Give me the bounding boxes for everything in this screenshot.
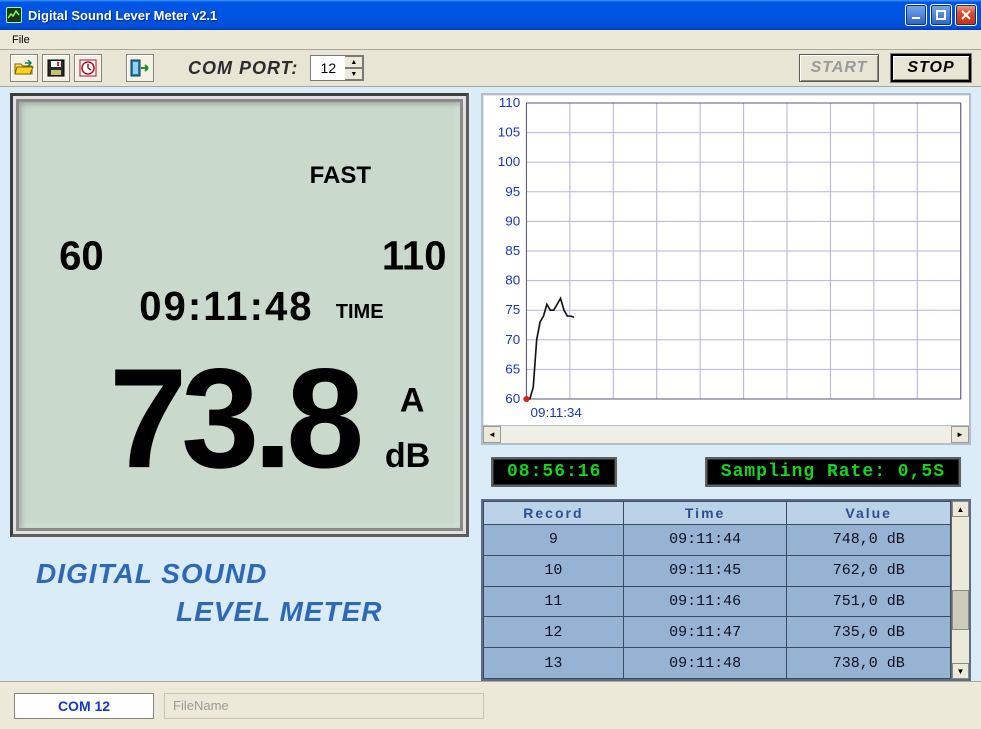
cell-record: 11 [484,586,624,617]
app-window: Digital Sound Lever Meter v2.1 File [0,0,981,729]
table-row[interactable]: 1209:11:47735,0 dB [484,617,951,648]
table-row[interactable]: 1009:11:45762,0 dB [484,555,951,586]
svg-text:105: 105 [498,125,520,140]
cell-time: 09:11:45 [623,555,787,586]
product-label: DIGITAL SOUND LEVEL METER [10,537,469,631]
cell-value: 751,0 dB [787,586,951,617]
lcd-display: 60 110 FAST 09:11:48 TIME 73.8 A dB [19,102,460,528]
svg-text:85: 85 [505,243,520,258]
svg-text:65: 65 [505,362,520,377]
exit-button[interactable] [126,54,154,82]
lcd-frame: 60 110 FAST 09:11:48 TIME 73.8 A dB [10,93,469,537]
com-port-label: COM PORT: [188,58,298,79]
cell-value: 735,0 dB [787,617,951,648]
svg-text:110: 110 [499,95,520,110]
table-v-scrollbar[interactable]: ▲ ▼ [951,501,969,679]
svg-text:09:11:34: 09:11:34 [531,405,582,420]
cell-time: 09:11:47 [623,617,787,648]
svg-text:70: 70 [505,332,520,347]
left-panel: 60 110 FAST 09:11:48 TIME 73.8 A dB [0,87,475,729]
svg-text:60: 60 [505,391,520,406]
lcd-unit: dB [385,437,430,475]
open-file-button[interactable] [10,54,38,82]
cell-record: 13 [484,648,624,679]
right-panel: 60 65 70 75 80 85 90 95 100 105 110 09:11:34 ◄ ► 08… [475,87,981,681]
led-clock: 08:56:16 [491,457,617,487]
cell-time: 09:11:48 [623,648,787,679]
toolbar-separator [106,54,122,82]
maximize-button[interactable] [930,4,952,26]
status-com-port: COM 12 [14,693,154,719]
chart-h-scrollbar[interactable]: ◄ ► [483,425,969,443]
com-port-up[interactable]: ▲ [345,56,363,68]
col-record[interactable]: Record [484,502,624,525]
client-area: 60 110 FAST 09:11:48 TIME 73.8 A dB [0,87,981,729]
lcd-reading: 73.8 [109,338,361,497]
com-port-input[interactable] [311,56,345,80]
chart: 60 65 70 75 80 85 90 95 100 105 110 09:11:34 ◄ ► [481,93,971,445]
cell-record: 9 [484,525,624,556]
menu-file[interactable]: File [4,32,38,48]
chart-scroll-track[interactable] [501,426,951,443]
window-title: Digital Sound Lever Meter v2.1 [28,8,905,23]
start-button[interactable]: START [799,54,879,82]
close-button[interactable] [955,4,977,26]
product-line2: LEVEL METER [36,593,463,631]
product-line1: DIGITAL SOUND [36,555,463,593]
save-button[interactable] [42,54,70,82]
scale-min: 60 [59,232,104,278]
svg-text:95: 95 [505,184,520,199]
table-row[interactable]: 1309:11:48738,0 dB [484,648,951,679]
menubar: File [0,30,981,50]
cell-value: 748,0 dB [787,525,951,556]
clock-button[interactable] [74,54,102,82]
table-scroll-up[interactable]: ▲ [952,501,969,517]
statusbar: COM 12 FileName [0,681,981,729]
svg-text:80: 80 [505,273,520,288]
led-sampling-rate: Sampling Rate: 0,5S [705,457,961,487]
table-scroll-thumb[interactable] [952,590,969,630]
app-icon [6,7,22,23]
com-port-spinner[interactable]: ▲ ▼ [310,55,364,81]
svg-text:75: 75 [505,302,520,317]
status-filename: FileName [164,693,484,719]
lcd-time: 09:11:48 [139,283,313,329]
minimize-button[interactable] [905,4,927,26]
stop-button[interactable]: STOP [891,54,971,82]
table-scroll-down[interactable]: ▼ [952,663,969,679]
col-time[interactable]: Time [623,502,787,525]
cell-value: 762,0 dB [787,555,951,586]
cell-time: 09:11:46 [623,586,787,617]
cell-time: 09:11:44 [623,525,787,556]
mode-label: FAST [310,162,372,189]
com-port-down[interactable]: ▼ [345,68,363,80]
lcd-weighting: A [400,381,425,419]
toolbar: COM PORT: ▲ ▼ START STOP [0,50,981,87]
cell-record: 12 [484,617,624,648]
table-row[interactable]: 1109:11:46751,0 dB [484,586,951,617]
status-led-row: 08:56:16 Sampling Rate: 0,5S [481,451,971,493]
chart-scroll-right[interactable]: ► [951,426,969,443]
svg-text:100: 100 [498,154,520,169]
cell-value: 738,0 dB [787,648,951,679]
record-table: Record Time Value 909:11:44748,0 dB1009:… [481,499,971,681]
svg-text:90: 90 [505,214,520,229]
cell-record: 10 [484,555,624,586]
table-row[interactable]: 909:11:44748,0 dB [484,525,951,556]
col-value[interactable]: Value [787,502,951,525]
scale-max: 110 [382,232,447,278]
titlebar: Digital Sound Lever Meter v2.1 [0,0,981,30]
chart-scroll-left[interactable]: ◄ [483,426,501,443]
lcd-time-label: TIME [336,301,384,323]
